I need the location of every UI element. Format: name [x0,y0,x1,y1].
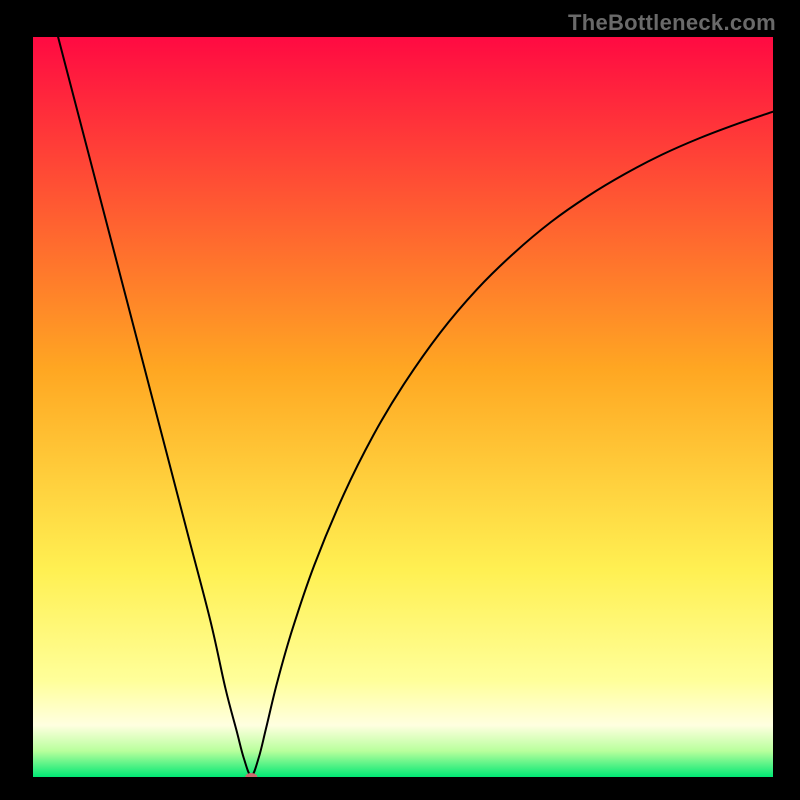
chart-svg [33,37,773,777]
plot-area [33,37,773,777]
gradient-background [33,37,773,777]
watermark-text: TheBottleneck.com [568,10,776,36]
chart-frame: TheBottleneck.com [0,0,800,800]
